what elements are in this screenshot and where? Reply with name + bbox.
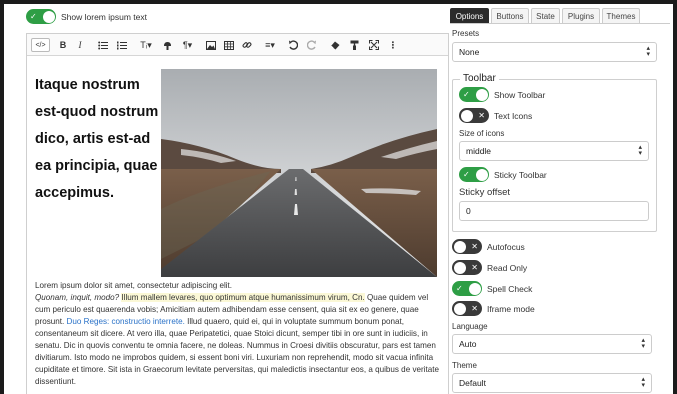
autofocus-toggle[interactable]: ✕ bbox=[452, 239, 482, 254]
x-icon: ✕ bbox=[471, 304, 478, 313]
paragraph-start: Lorem ipsum dolor sit amet, consectetur … bbox=[35, 281, 233, 290]
select-arrows-icon: ▴ ▾ bbox=[641, 337, 645, 350]
undo-button[interactable] bbox=[287, 38, 299, 52]
app-frame: ✓ Show lorem ipsum text </> B I Tᵢ▾ ¶▾ ≡… bbox=[4, 4, 673, 394]
paragraph-button[interactable]: ¶▾ bbox=[179, 38, 196, 52]
sticky-toolbar-label: Sticky Toolbar bbox=[494, 170, 547, 180]
show-toolbar-toggle[interactable]: ✓ bbox=[459, 87, 489, 102]
select-arrows-icon: ▴ ▾ bbox=[641, 376, 645, 389]
presets-select[interactable]: None ▴ ▾ bbox=[452, 42, 657, 62]
tab-divider bbox=[450, 23, 670, 24]
redo-icon bbox=[307, 40, 316, 50]
road-photo[interactable] bbox=[161, 69, 437, 277]
check-icon: ✓ bbox=[463, 170, 470, 179]
check-icon: ✓ bbox=[463, 90, 470, 99]
more-button[interactable]: ⋮ bbox=[388, 38, 398, 52]
tab-plugins[interactable]: Plugins bbox=[562, 8, 600, 23]
brush-icon bbox=[163, 42, 171, 50]
show-toolbar-label: Show Toolbar bbox=[494, 90, 546, 100]
x-icon: ✕ bbox=[471, 242, 478, 251]
size-of-icons-select[interactable]: middle ▴ ▾ bbox=[459, 141, 649, 161]
text-icons-toggle[interactable]: ✕ bbox=[459, 108, 489, 123]
show-lorem-label: Show lorem ipsum text bbox=[61, 12, 147, 22]
iframe-mode-toggle[interactable]: ✕ bbox=[452, 301, 482, 316]
sticky-offset-input[interactable]: 0 bbox=[459, 201, 649, 221]
image-button[interactable] bbox=[205, 38, 217, 52]
x-icon: ✕ bbox=[478, 111, 485, 120]
content-paragraph: Lorem ipsum dolor sit amet, consectetur … bbox=[35, 280, 445, 388]
theme-select[interactable]: Default ▴ ▾ bbox=[452, 373, 652, 393]
paragraph-italic: Quonam, inquit, modo? bbox=[35, 293, 120, 302]
check-icon: ✓ bbox=[456, 284, 463, 293]
presets-label: Presets bbox=[452, 29, 480, 38]
fullscreen-icon bbox=[369, 40, 379, 50]
image-icon bbox=[206, 40, 216, 50]
toolbar-legend: Toolbar bbox=[460, 73, 499, 84]
show-lorem-toggle[interactable]: ✓ bbox=[26, 9, 56, 24]
select-arrows-icon: ▴ ▾ bbox=[638, 144, 642, 157]
autofocus-label: Autofocus bbox=[487, 242, 525, 252]
paragraph-end: Illud quaero, quid ei, qui in voluptate … bbox=[35, 317, 439, 386]
editor: </> B I Tᵢ▾ ¶▾ ≡▾ ⋮ Itaque nostrum est-q… bbox=[26, 33, 449, 394]
paint-format-button[interactable] bbox=[348, 38, 360, 52]
content-heading: Itaque nostrum est-quod nostrum dico, ar… bbox=[35, 77, 159, 201]
undo-icon bbox=[289, 40, 298, 50]
language-label: Language bbox=[452, 322, 488, 331]
size-of-icons-label: Size of icons bbox=[459, 129, 505, 138]
theme-value: Default bbox=[459, 378, 486, 388]
tab-buttons[interactable]: Buttons bbox=[491, 8, 529, 23]
fullscreen-button[interactable] bbox=[368, 38, 380, 52]
tab-themes[interactable]: Themes bbox=[602, 8, 640, 23]
paragraph-link[interactable]: Duo Reges: constructio interrete. bbox=[67, 317, 185, 326]
sticky-toolbar-toggle[interactable]: ✓ bbox=[459, 167, 489, 182]
table-icon bbox=[224, 40, 234, 50]
theme-label: Theme bbox=[452, 361, 477, 370]
bold-button[interactable]: B bbox=[57, 38, 69, 52]
bullet-list-icon bbox=[98, 41, 108, 49]
bullet-list-button[interactable] bbox=[97, 38, 109, 52]
brush-button[interactable] bbox=[161, 38, 173, 52]
table-button[interactable] bbox=[223, 38, 235, 52]
check-icon: ✓ bbox=[30, 12, 37, 21]
language-select[interactable]: Auto ▴ ▾ bbox=[452, 334, 652, 354]
paragraph-highlight: Illum mallem levares, quo optimum atque … bbox=[121, 293, 365, 302]
read-only-label: Read Only bbox=[487, 263, 528, 273]
numbered-list-button[interactable] bbox=[116, 38, 128, 52]
sticky-offset-label: Sticky offset bbox=[459, 187, 511, 198]
eraser-icon bbox=[330, 41, 340, 49]
tab-options[interactable]: Options bbox=[450, 8, 489, 23]
language-value: Auto bbox=[459, 339, 477, 349]
spell-check-toggle[interactable]: ✓ bbox=[452, 281, 482, 296]
spell-check-label: Spell Check bbox=[487, 284, 533, 294]
text-icons-label: Text Icons bbox=[494, 111, 533, 121]
paint-roller-icon bbox=[350, 40, 358, 50]
select-arrows-icon: ▴ ▾ bbox=[646, 45, 650, 58]
eraser-button[interactable] bbox=[329, 38, 341, 52]
link-icon bbox=[242, 42, 252, 48]
italic-button[interactable]: I bbox=[74, 38, 86, 52]
link-button[interactable] bbox=[241, 38, 253, 52]
align-button[interactable]: ≡▾ bbox=[261, 38, 279, 52]
font-size-button[interactable]: Tᵢ▾ bbox=[137, 38, 155, 52]
presets-value: None bbox=[459, 47, 480, 57]
road-landscape-image bbox=[161, 69, 437, 277]
size-of-icons-value: middle bbox=[466, 146, 492, 156]
iframe-mode-label: Iframe mode bbox=[487, 304, 535, 314]
tab-state[interactable]: State bbox=[531, 8, 560, 23]
redo-button[interactable] bbox=[306, 38, 318, 52]
numbered-list-icon bbox=[117, 41, 127, 49]
editor-toolbar: </> B I Tᵢ▾ ¶▾ ≡▾ ⋮ bbox=[27, 34, 448, 56]
source-button[interactable]: </> bbox=[31, 38, 50, 52]
x-icon: ✕ bbox=[471, 263, 478, 272]
read-only-toggle[interactable]: ✕ bbox=[452, 260, 482, 275]
